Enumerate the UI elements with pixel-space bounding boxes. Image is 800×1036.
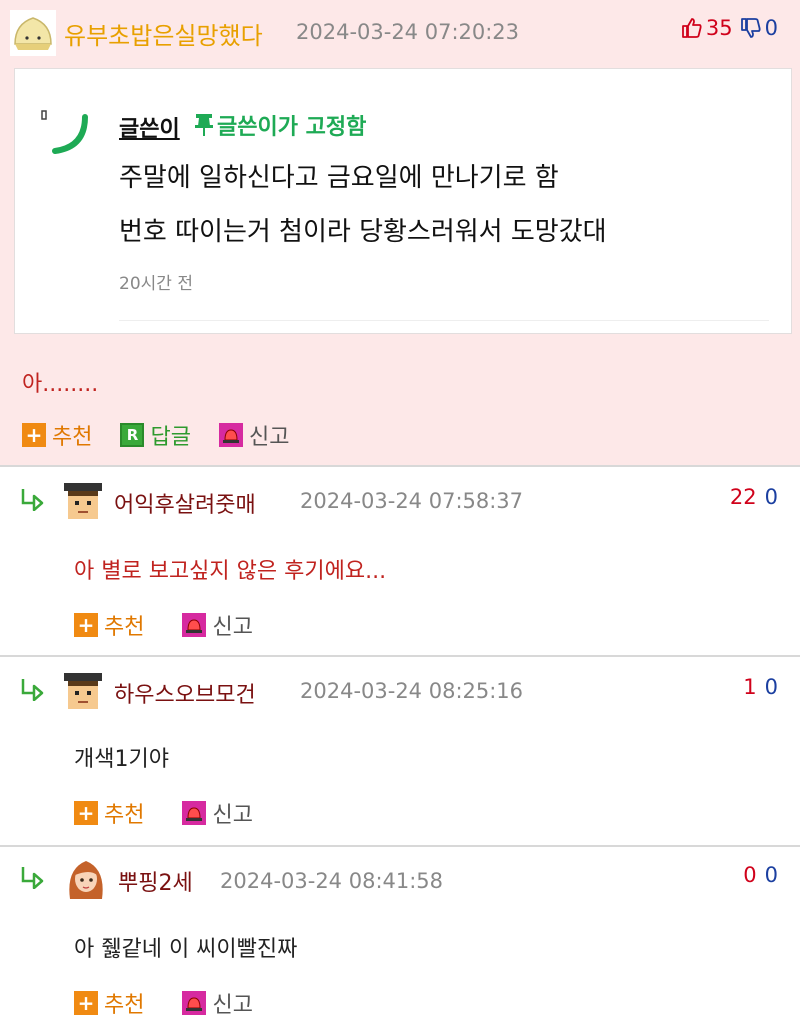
recommend-label: 추천 bbox=[104, 615, 145, 640]
siren-icon bbox=[182, 991, 207, 1015]
plus-icon: + bbox=[22, 423, 46, 447]
upvote-count: 35 bbox=[705, 16, 733, 40]
reply-comment: 하우스오브모건 2024-03-24 08:25:16 10 개색1기야 + 추… bbox=[0, 655, 800, 845]
recommend-button[interactable]: + 추천 bbox=[74, 609, 144, 641]
report-label: 신고 bbox=[212, 803, 253, 828]
vote-counter: 22 0 bbox=[730, 485, 778, 509]
vote-counter: 10 bbox=[743, 675, 778, 699]
reply-arrow-icon bbox=[21, 679, 44, 701]
recommend-label: 추천 bbox=[104, 803, 145, 828]
downvote-count[interactable]: 0 bbox=[765, 485, 778, 509]
author-name[interactable]: 뿌핑2세 bbox=[118, 865, 193, 897]
comment-date: 2024-03-24 07:20:23 bbox=[296, 20, 520, 44]
recommend-label: 추천 bbox=[52, 425, 93, 450]
plus-icon: + bbox=[74, 801, 98, 825]
pin-icon bbox=[195, 114, 213, 136]
embed-timestamp: 20시간 전 bbox=[119, 274, 193, 294]
upvote-count[interactable]: 1 bbox=[743, 675, 756, 699]
embed-text-line: 번호 따이는거 첨이라 당황스러워서 도망갔대 bbox=[119, 217, 607, 247]
recommend-label: 추천 bbox=[104, 993, 145, 1018]
reply-arrow-icon bbox=[21, 489, 44, 511]
reply-icon: R bbox=[120, 423, 145, 447]
reply-button[interactable]: R 답글 bbox=[120, 419, 191, 451]
reply-comment: 뿌핑2세 2024-03-24 08:41:58 00 아 쥃같네 이 씨이빨진… bbox=[0, 845, 800, 1036]
siren-icon bbox=[182, 613, 207, 637]
divider bbox=[119, 320, 769, 321]
comment-actions: + 추천 신고 bbox=[74, 988, 281, 1018]
report-button[interactable]: 신고 bbox=[182, 609, 253, 641]
report-label: 신고 bbox=[212, 993, 253, 1018]
embedded-comment-card: 글쓴이 글쓴이가 고정함 주말에 일하신다고 금요일에 만나기로 함 번호 따이… bbox=[14, 68, 792, 334]
user-avatar[interactable] bbox=[62, 669, 104, 711]
plus-icon: + bbox=[74, 613, 98, 637]
comment-body: 아........ bbox=[22, 372, 99, 397]
embed-author-name[interactable]: 글쓴이 bbox=[119, 111, 180, 143]
user-avatar[interactable] bbox=[10, 10, 56, 56]
thumbs-up-icon[interactable] bbox=[680, 16, 704, 40]
siren-icon bbox=[218, 423, 243, 447]
comment-actions: + 추천 신고 bbox=[74, 610, 281, 640]
thumbs-down-icon[interactable] bbox=[739, 16, 763, 40]
recommend-button[interactable]: + 추천 bbox=[74, 797, 144, 829]
pinned-label: 글쓴이가 고정함 bbox=[217, 115, 367, 140]
top-comment-header: 유부초밥은실망했다 2024-03-24 07:20:23 35 0 bbox=[0, 0, 800, 66]
vote-counter: 00 bbox=[743, 863, 778, 887]
comment-actions: + 추천 신고 bbox=[74, 798, 281, 828]
vote-counter: 35 0 bbox=[680, 16, 778, 40]
comment-date: 2024-03-24 08:41:58 bbox=[220, 869, 444, 893]
top-comment: 유부초밥은실망했다 2024-03-24 07:20:23 35 0 글쓴이 글… bbox=[0, 0, 800, 465]
reply-arrow-icon bbox=[21, 867, 44, 889]
upvote-count[interactable]: 0 bbox=[743, 863, 756, 887]
report-label: 신고 bbox=[212, 615, 253, 640]
recommend-button[interactable]: + 추천 bbox=[74, 987, 144, 1019]
pinned-badge: 글쓴이가 고정함 bbox=[193, 109, 366, 141]
downvote-count[interactable]: 0 bbox=[765, 863, 778, 887]
embed-text-line: 주말에 일하신다고 금요일에 만나기로 함 bbox=[119, 163, 559, 193]
plus-icon: + bbox=[74, 991, 98, 1015]
upvote-count[interactable]: 22 bbox=[730, 485, 757, 509]
comment-body: 아 쥃같네 이 씨이빨진짜 bbox=[74, 937, 298, 962]
comment-date: 2024-03-24 07:58:37 bbox=[300, 489, 524, 513]
siren-icon bbox=[182, 801, 207, 825]
comment-actions: + 추천 R 답글 신고 bbox=[22, 420, 317, 450]
report-button[interactable]: 신고 bbox=[182, 987, 253, 1019]
author-name[interactable]: 유부초밥은실망했다 bbox=[64, 16, 263, 51]
comment-body: 개색1기야 bbox=[74, 747, 169, 772]
report-button[interactable]: 신고 bbox=[182, 797, 253, 829]
downvote-count: 0 bbox=[764, 16, 778, 40]
channel-logo-icon bbox=[41, 110, 88, 154]
downvote-count[interactable]: 0 bbox=[765, 675, 778, 699]
recommend-button[interactable]: + 추천 bbox=[22, 419, 92, 451]
report-button[interactable]: 신고 bbox=[218, 419, 290, 451]
reply-comment: 어익후살려줏매 2024-03-24 07:58:37 22 0 아 별로 보고싶… bbox=[0, 465, 800, 655]
author-name[interactable]: 하우스오브모건 bbox=[114, 677, 256, 709]
user-avatar[interactable] bbox=[62, 479, 104, 521]
user-avatar[interactable] bbox=[64, 855, 108, 903]
comment-body: 아 별로 보고싶지 않은 후기에요... bbox=[74, 559, 387, 584]
reply-label: 답글 bbox=[150, 425, 191, 450]
comment-date: 2024-03-24 08:25:16 bbox=[300, 679, 524, 703]
report-label: 신고 bbox=[248, 425, 290, 450]
author-name[interactable]: 어익후살려줏매 bbox=[114, 487, 256, 519]
